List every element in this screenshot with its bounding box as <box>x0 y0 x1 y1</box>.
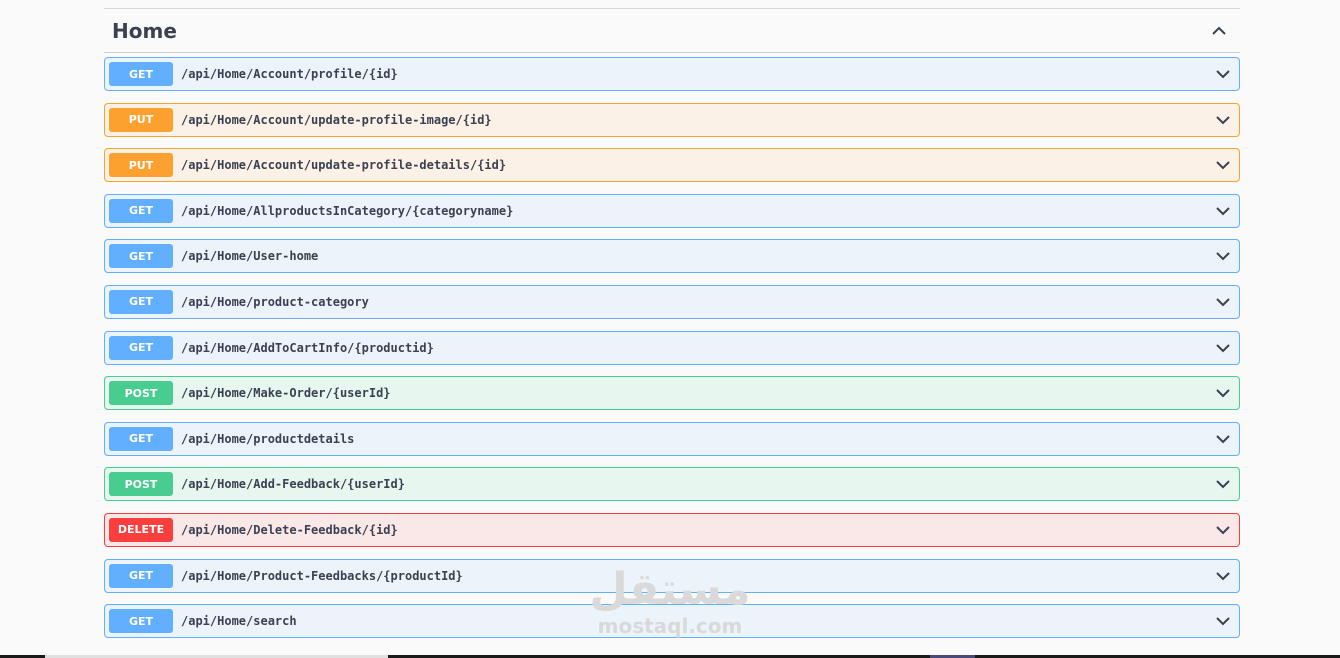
operation-path: /api/Home/Delete-Feedback/{id} <box>181 522 398 537</box>
operation-row[interactable]: GET /api/Home/search <box>104 604 1240 639</box>
chevron-down-icon[interactable] <box>1213 155 1233 175</box>
operation-row[interactable]: PUT /api/Home/Account/update-profile-det… <box>104 148 1240 183</box>
section-title: Home <box>112 18 177 43</box>
operation-row[interactable]: PUT /api/Home/Account/update-profile-ima… <box>104 102 1240 137</box>
method-badge: GET <box>109 609 173 634</box>
method-badge: GET <box>109 563 173 588</box>
operation-row[interactable]: GET /api/Home/productdetails <box>104 421 1240 456</box>
operation-path: /api/Home/AllproductsInCategory/{categor… <box>181 203 514 218</box>
operation-row[interactable]: GET /api/Home/User-home <box>104 239 1240 274</box>
chevron-down-icon[interactable] <box>1213 110 1233 130</box>
chevron-down-icon[interactable] <box>1213 429 1233 449</box>
method-badge: GET <box>109 289 173 314</box>
operation-row[interactable]: DELETE /api/Home/Delete-Feedback/{id} <box>104 512 1240 547</box>
chevron-down-icon[interactable] <box>1213 474 1233 494</box>
operation-path: /api/Home/product-category <box>181 294 369 309</box>
method-badge: GET <box>109 335 173 360</box>
operation-path: /api/Home/Account/update-profile-image/{… <box>181 112 492 127</box>
operation-path: /api/Home/Make-Order/{userId} <box>181 386 391 401</box>
method-badge: PUT <box>109 153 173 178</box>
operation-row[interactable]: GET /api/Home/AddToCartInfo/{productid} <box>104 330 1240 365</box>
operation-path: /api/Home/Account/update-profile-details… <box>181 158 507 173</box>
operation-path: /api/Home/Product-Feedbacks/{productId} <box>181 568 463 583</box>
chevron-down-icon[interactable] <box>1213 338 1233 358</box>
operation-path: /api/Home/User-home <box>181 249 319 264</box>
method-badge: POST <box>109 472 173 497</box>
operation-row[interactable]: POST /api/Home/Make-Order/{userId} <box>104 376 1240 411</box>
chevron-down-icon[interactable] <box>1213 201 1233 221</box>
operation-path: /api/Home/Account/profile/{id} <box>181 67 398 81</box>
chevron-down-icon[interactable] <box>1213 292 1233 312</box>
method-badge: GET <box>109 244 173 269</box>
method-badge: GET <box>109 426 173 451</box>
operation-row[interactable]: GET /api/Home/AllproductsInCategory/{cat… <box>104 193 1240 228</box>
chevron-up-icon[interactable] <box>1206 18 1232 44</box>
operation-row[interactable]: GET /api/Home/product-category <box>104 284 1240 319</box>
operation-path: /api/Home/Add-Feedback/{userId} <box>181 477 405 492</box>
chevron-down-icon[interactable] <box>1213 611 1233 631</box>
api-section: Home GET /api/Home/Account/profile/{id} … <box>104 8 1240 650</box>
chevron-down-icon[interactable] <box>1213 64 1233 84</box>
operation-row[interactable]: GET /api/Home/Account/profile/{id} <box>104 57 1240 91</box>
chevron-down-icon[interactable] <box>1213 566 1233 586</box>
method-badge: DELETE <box>109 517 173 542</box>
section-header[interactable]: Home <box>104 9 1240 53</box>
method-badge: POST <box>109 381 173 406</box>
method-badge: GET <box>109 198 173 223</box>
chevron-down-icon[interactable] <box>1213 246 1233 266</box>
operation-row[interactable]: GET /api/Home/Product-Feedbacks/{product… <box>104 558 1240 593</box>
operation-path: /api/Home/AddToCartInfo/{productid} <box>181 340 434 355</box>
method-badge: GET <box>109 62 173 86</box>
operation-path: /api/Home/search <box>181 614 297 629</box>
chevron-down-icon[interactable] <box>1213 383 1233 403</box>
method-badge: PUT <box>109 107 173 132</box>
operation-row[interactable]: POST /api/Home/Add-Feedback/{userId} <box>104 467 1240 502</box>
operations-list: GET /api/Home/Account/profile/{id} PUT /… <box>104 57 1240 639</box>
operation-path: /api/Home/productdetails <box>181 431 355 446</box>
chevron-down-icon[interactable] <box>1213 520 1233 540</box>
